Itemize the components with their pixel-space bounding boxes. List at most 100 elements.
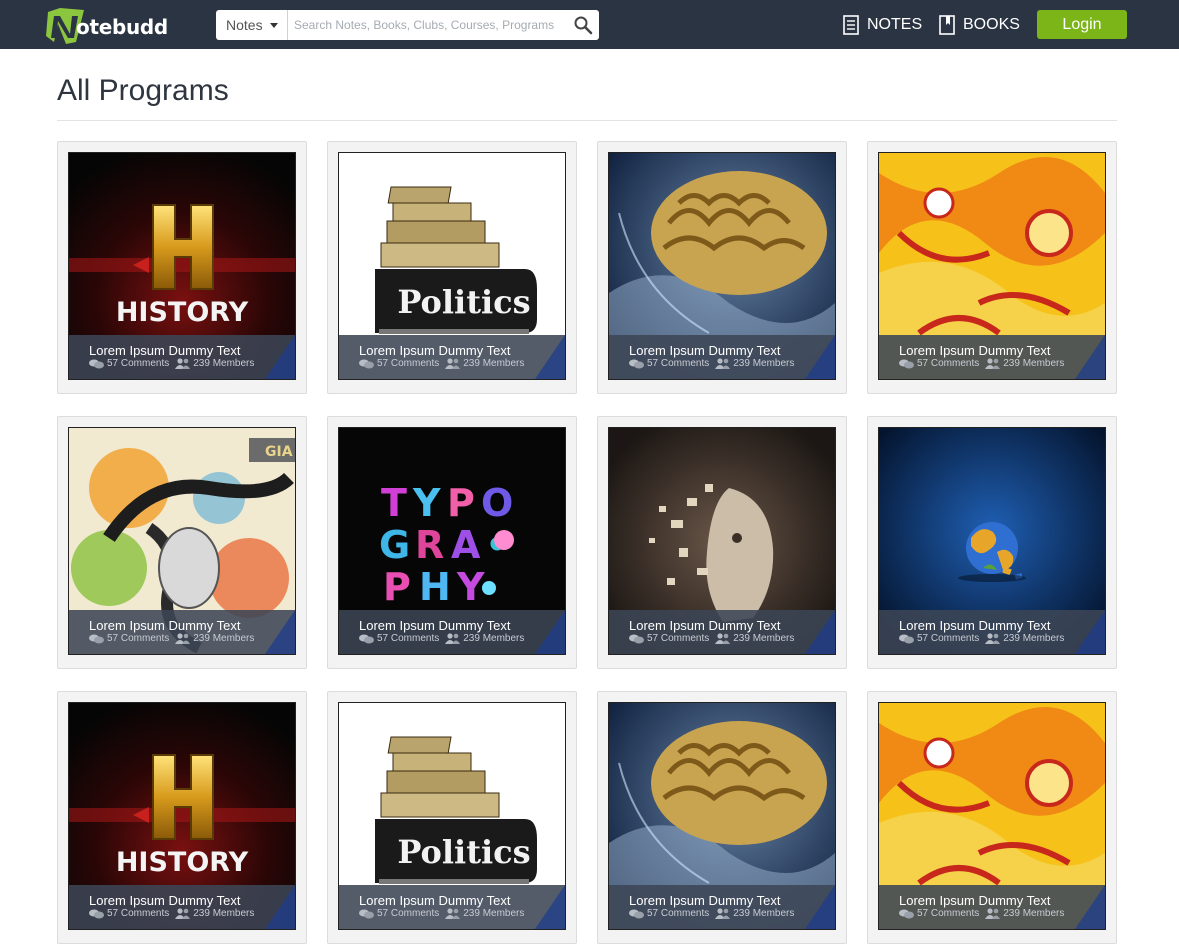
program-thumbnail[interactable]: Politics Lorem Ipsum Dummy Text 57 Comme…	[338, 152, 566, 380]
program-title: Lorem Ipsum Dummy Text	[359, 618, 511, 633]
nav-notes-link[interactable]: NOTES	[843, 14, 922, 36]
comments-icon	[89, 359, 104, 368]
svg-text:R: R	[415, 523, 444, 567]
nav-notes-label: NOTES	[867, 16, 923, 33]
program-caption: Lorem Ipsum Dummy Text 57 Comments 239 M…	[879, 610, 1105, 654]
comments-icon	[899, 909, 914, 918]
program-thumbnail[interactable]: TYPO GRA• PHY Lorem Ipsum Dummy Text 57 …	[338, 427, 566, 655]
comments-count: 57 Comments	[107, 358, 170, 369]
logo-wordmark: otebudd	[76, 15, 168, 39]
notes-icon	[843, 15, 859, 35]
program-title: Lorem Ipsum Dummy Text	[899, 618, 1051, 633]
comments-count: 57 Comments	[917, 908, 980, 919]
program-thumbnail[interactable]: Politics Lorem Ipsum Dummy Text 57 Comme…	[338, 702, 566, 930]
members-icon	[175, 633, 191, 644]
program-card[interactable]: Politics Lorem Ipsum Dummy Text 57 Comme…	[327, 141, 577, 394]
page-title: All Programs	[57, 74, 229, 107]
comments-icon	[359, 634, 374, 643]
svg-text:GIA: GIA	[265, 444, 293, 460]
program-meta: 57 Comments 239 Members	[89, 908, 254, 919]
program-thumbnail[interactable]: Lorem Ipsum Dummy Text 57 Comments 239 M…	[608, 152, 836, 380]
search-input[interactable]	[288, 10, 568, 40]
nav-books-link[interactable]: BOOKS	[939, 14, 1020, 36]
members-icon	[985, 908, 1001, 919]
comments-icon	[89, 909, 104, 918]
members-icon	[715, 633, 731, 644]
programs-grid: HISTORY Lorem Ipsum Dummy Text 57 Commen…	[57, 141, 1119, 944]
members-count: 239 Members	[193, 633, 255, 644]
members-icon	[715, 358, 731, 369]
members-count: 239 Members	[1003, 633, 1065, 644]
program-thumbnail[interactable]: Lorem Ipsum Dummy Text 57 Comments 239 M…	[608, 702, 836, 930]
comments-icon	[899, 359, 914, 368]
program-card[interactable]: Lorem Ipsum Dummy Text 57 Comments 239 M…	[867, 141, 1117, 394]
program-title: Lorem Ipsum Dummy Text	[899, 893, 1051, 908]
program-card[interactable]: HISTORY Lorem Ipsum Dummy Text 57 Commen…	[57, 691, 307, 944]
program-caption: Lorem Ipsum Dummy Text 57 Comments 239 M…	[609, 610, 835, 654]
program-thumbnail[interactable]: Lorem Ipsum Dummy Text 57 Comments 239 M…	[878, 702, 1106, 930]
program-meta: 57 Comments 239 Members	[89, 358, 254, 369]
comments-count: 57 Comments	[377, 633, 440, 644]
comments-count: 57 Comments	[107, 633, 170, 644]
program-meta: 57 Comments 239 Members	[629, 358, 794, 369]
members-icon	[445, 358, 461, 369]
notebudd-logo[interactable]: otebudd	[46, 6, 176, 46]
svg-text:T: T	[381, 481, 407, 525]
program-meta: 57 Comments 239 Members	[629, 908, 794, 919]
svg-text:Y: Y	[412, 481, 441, 525]
members-count: 239 Members	[1003, 358, 1065, 369]
chevron-down-icon	[270, 23, 278, 28]
members-count: 239 Members	[733, 633, 795, 644]
program-title: Lorem Ipsum Dummy Text	[629, 893, 781, 908]
program-meta: 57 Comments 239 Members	[629, 633, 794, 644]
program-caption: Lorem Ipsum Dummy Text 57 Comments 239 M…	[69, 885, 295, 929]
svg-text:P: P	[383, 565, 411, 609]
program-thumbnail[interactable]: GIA Lorem Ipsum Dummy Text 57 Comments 2…	[68, 427, 296, 655]
program-caption: Lorem Ipsum Dummy Text 57 Comments 239 M…	[339, 610, 565, 654]
comments-icon	[89, 634, 104, 643]
program-title: Lorem Ipsum Dummy Text	[359, 893, 511, 908]
program-meta: 57 Comments 239 Members	[899, 358, 1064, 369]
program-thumbnail[interactable]: HISTORY Lorem Ipsum Dummy Text 57 Commen…	[68, 152, 296, 380]
program-title: Lorem Ipsum Dummy Text	[359, 343, 511, 358]
program-card[interactable]: Lorem Ipsum Dummy Text 57 Comments 239 M…	[867, 416, 1117, 669]
program-card[interactable]: Lorem Ipsum Dummy Text 57 Comments 239 M…	[597, 691, 847, 944]
comments-count: 57 Comments	[377, 358, 440, 369]
search-scope-dropdown[interactable]: Notes	[216, 10, 288, 40]
program-thumbnail[interactable]: Lorem Ipsum Dummy Text 57 Comments 239 M…	[608, 427, 836, 655]
members-count: 239 Members	[733, 908, 795, 919]
program-card[interactable]: GIA Lorem Ipsum Dummy Text 57 Comments 2…	[57, 416, 307, 669]
comments-icon	[899, 634, 914, 643]
program-card[interactable]: HISTORY Lorem Ipsum Dummy Text 57 Commen…	[57, 141, 307, 394]
program-card[interactable]: Lorem Ipsum Dummy Text 57 Comments 239 M…	[597, 141, 847, 394]
program-card[interactable]: Lorem Ipsum Dummy Text 57 Comments 239 M…	[597, 416, 847, 669]
login-button[interactable]: Login	[1037, 10, 1127, 39]
program-thumbnail[interactable]: Lorem Ipsum Dummy Text 57 Comments 239 M…	[878, 152, 1106, 380]
members-icon	[175, 358, 191, 369]
members-count: 239 Members	[463, 358, 525, 369]
program-caption: Lorem Ipsum Dummy Text 57 Comments 239 M…	[879, 335, 1105, 379]
program-meta: 57 Comments 239 Members	[89, 633, 254, 644]
nav-books-label: BOOKS	[963, 16, 1020, 33]
members-count: 239 Members	[463, 633, 525, 644]
program-meta: 57 Comments 239 Members	[359, 633, 524, 644]
program-card[interactable]: Lorem Ipsum Dummy Text 57 Comments 239 M…	[867, 691, 1117, 944]
program-thumbnail[interactable]: Lorem Ipsum Dummy Text 57 Comments 239 M…	[878, 427, 1106, 655]
title-divider	[57, 120, 1117, 121]
search-icon[interactable]	[573, 15, 593, 35]
svg-text:P: P	[447, 481, 475, 525]
comments-icon	[629, 359, 644, 368]
program-title: Lorem Ipsum Dummy Text	[899, 343, 1051, 358]
search-scope-label: Notes	[226, 17, 263, 33]
members-icon	[445, 908, 461, 919]
program-thumbnail[interactable]: HISTORY Lorem Ipsum Dummy Text 57 Commen…	[68, 702, 296, 930]
program-card[interactable]: TYPO GRA• PHY Lorem Ipsum Dummy Text 57 …	[327, 416, 577, 669]
program-meta: 57 Comments 239 Members	[899, 908, 1064, 919]
comments-count: 57 Comments	[917, 633, 980, 644]
program-caption: Lorem Ipsum Dummy Text 57 Comments 239 M…	[69, 335, 295, 379]
members-icon	[715, 908, 731, 919]
members-icon	[445, 633, 461, 644]
program-card[interactable]: Politics Lorem Ipsum Dummy Text 57 Comme…	[327, 691, 577, 944]
program-caption: Lorem Ipsum Dummy Text 57 Comments 239 M…	[339, 335, 565, 379]
svg-text:Politics: Politics	[397, 833, 530, 871]
